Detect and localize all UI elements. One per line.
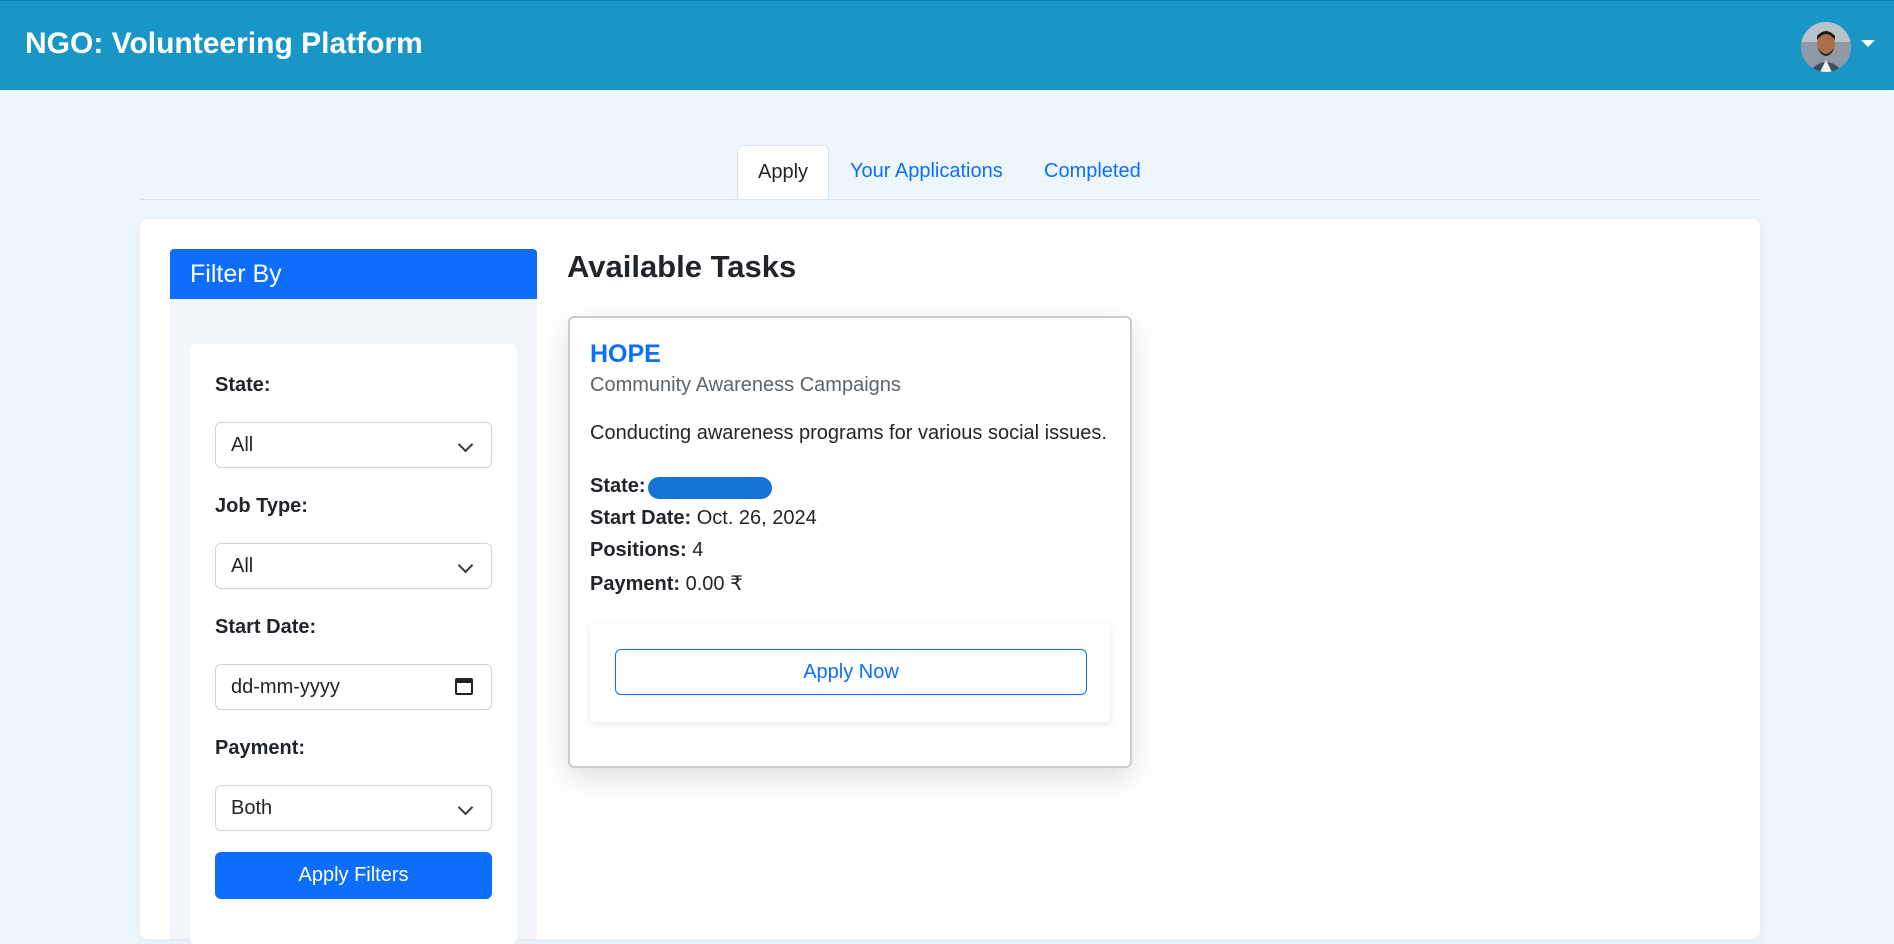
task-payment-label: Payment: — [590, 573, 681, 595]
state-select[interactable]: All — [215, 422, 492, 468]
task-payment: Payment: 0.00 ₹ — [590, 571, 743, 596]
brand-title[interactable]: NGO: Volunteering Platform — [25, 27, 423, 61]
task-card-footer: Apply Now — [590, 624, 1110, 722]
task-state: State: — [590, 475, 772, 499]
payment-select[interactable]: Both — [215, 785, 492, 831]
task-state-label: State: — [590, 475, 646, 497]
task-positions-value: 4 — [692, 539, 704, 561]
task-category: Community Awareness Campaigns — [590, 374, 901, 396]
avatar-image — [1801, 22, 1851, 72]
job-type-select-value: All — [231, 555, 254, 577]
filter-sidebar: State: All Job Type: All Start Date: dd-… — [170, 299, 537, 944]
state-label: State: — [215, 374, 271, 396]
calendar-icon[interactable] — [455, 678, 473, 695]
user-avatar[interactable] — [1801, 22, 1851, 72]
tab-apply[interactable]: Apply — [737, 145, 830, 199]
tab-your-applications[interactable]: Your Applications — [830, 145, 1023, 198]
task-org-name: HOPE — [590, 340, 661, 368]
navbar: NGO: Volunteering Platform — [0, 0, 1894, 90]
redaction-mark — [648, 477, 772, 499]
user-menu-caret-icon[interactable] — [1861, 40, 1875, 47]
chevron-down-icon — [457, 436, 474, 453]
task-card: HOPE Community Awareness Campaigns Condu… — [568, 316, 1132, 768]
payment-label: Payment: — [215, 737, 306, 759]
job-type-label: Job Type: — [215, 495, 308, 517]
apply-now-button[interactable]: Apply Now — [615, 649, 1087, 695]
start-date-label: Start Date: — [215, 616, 317, 638]
available-tasks-title: Available Tasks — [567, 249, 797, 284]
start-date-input[interactable]: dd-mm-yyyy — [215, 664, 492, 710]
state-select-value: All — [231, 434, 254, 456]
task-start-date-label: Start Date: — [590, 507, 692, 529]
job-type-select[interactable]: All — [215, 543, 492, 589]
payment-select-value: Both — [231, 797, 273, 819]
chevron-down-icon — [457, 799, 474, 816]
apply-filters-button[interactable]: Apply Filters — [215, 852, 492, 899]
task-start-date: Start Date: Oct. 26, 2024 — [590, 507, 817, 530]
filter-header: Filter By — [170, 249, 537, 299]
tab-completed[interactable]: Completed — [1024, 145, 1161, 198]
main-panel: Filter By State: All Job Type: All Start… — [140, 219, 1760, 944]
task-start-date-value: Oct. 26, 2024 — [696, 507, 817, 529]
task-description: Conducting awareness programs for variou… — [590, 422, 1107, 444]
start-date-placeholder: dd-mm-yyyy — [231, 676, 340, 698]
filter-form: State: All Job Type: All Start Date: dd-… — [190, 344, 517, 944]
task-positions: Positions: 4 — [590, 539, 703, 562]
task-payment-value: 0.00 ₹ — [685, 573, 743, 595]
chevron-down-icon — [457, 557, 474, 574]
task-positions-label: Positions: — [590, 539, 687, 561]
tab-bar: Apply Your Applications Completed — [140, 145, 1760, 200]
